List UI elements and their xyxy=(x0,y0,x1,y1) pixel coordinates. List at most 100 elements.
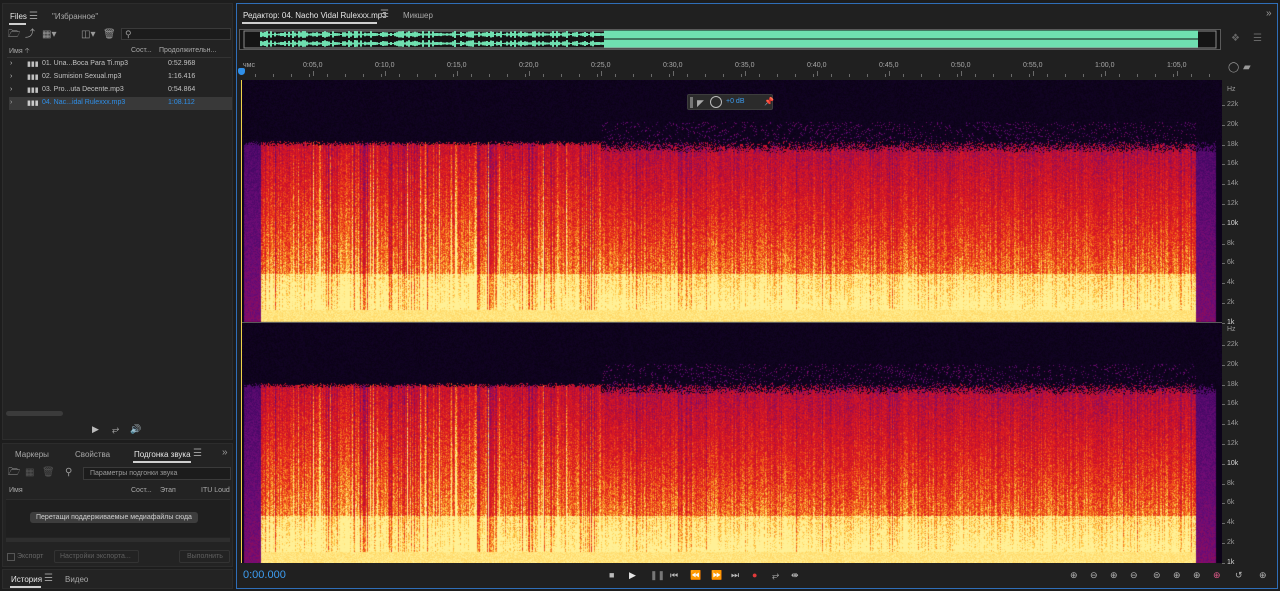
col-header-state[interactable]: Сост... xyxy=(131,487,152,494)
tab-markers[interactable]: Маркеры xyxy=(15,450,49,459)
time-display[interactable]: 0:00.000 xyxy=(243,569,286,581)
ruler-tick-label: 1:00,0 xyxy=(1095,62,1115,69)
expand-panel-icon[interactable]: » xyxy=(1266,9,1272,19)
ruler-minor-tick xyxy=(255,74,256,77)
zoom-out-full-icon[interactable]: ⊜ xyxy=(1153,570,1161,581)
match-settings-field[interactable]: Параметры подгонки звука xyxy=(83,467,231,480)
expand-arrow-icon[interactable]: › xyxy=(10,60,12,67)
zoom-out-time-icon[interactable]: ⊖ xyxy=(1130,570,1138,581)
horizontal-scrollbar[interactable] xyxy=(6,411,63,416)
ruler-minor-tick xyxy=(921,74,922,77)
ruler-minor-tick xyxy=(633,74,634,77)
tab-mixer[interactable]: Микшер xyxy=(403,11,433,20)
overview-waveform[interactable] xyxy=(240,30,1220,49)
rewind-button[interactable]: ⏪ xyxy=(690,570,701,580)
expand-arrow-icon[interactable]: › xyxy=(10,99,12,106)
file-duration: 0:52.968 xyxy=(168,60,196,67)
tab-history[interactable]: История xyxy=(11,575,42,584)
tab-properties[interactable]: Свойства xyxy=(75,450,110,459)
zoom-in-selection-icon[interactable]: ⊕ xyxy=(1173,570,1181,581)
drop-zone[interactable]: Перетащи поддерживаемые медиафайлы сюда xyxy=(6,499,230,537)
gain-hud[interactable]: ◤ +0 dB 📌 xyxy=(687,94,774,110)
freq-tick xyxy=(1222,444,1225,445)
expand-arrow-icon[interactable]: › xyxy=(10,86,12,93)
open-folder-icon[interactable]: 🗁 xyxy=(8,30,20,40)
freq-tick-label: 8k xyxy=(1227,239,1235,247)
tab-match-loudness[interactable]: Подгонка звука xyxy=(134,450,191,459)
gain-value[interactable]: +0 dB xyxy=(726,98,745,105)
play-preview-icon[interactable]: ▶ xyxy=(92,424,99,434)
ruler-minor-tick xyxy=(579,74,580,77)
freq-tick xyxy=(1222,523,1225,525)
panel-menu-icon[interactable]: ☰ xyxy=(29,12,38,22)
horizontal-scrollbar[interactable] xyxy=(6,538,230,542)
ruler-minor-tick xyxy=(1083,74,1084,77)
open-folder-icon[interactable]: 🗁 xyxy=(8,468,20,478)
freq-tick-label: 12k xyxy=(1227,200,1239,207)
spectral-display[interactable] xyxy=(241,80,1222,563)
delete-icon[interactable]: 🗑 xyxy=(103,30,116,40)
autoplay-speaker-icon[interactable]: 🔊 xyxy=(130,424,141,434)
panel-menu-icon[interactable]: ☰ xyxy=(193,449,202,459)
tab-video[interactable]: Видео xyxy=(65,575,88,584)
move-to-end-button[interactable]: ⏭ xyxy=(731,570,739,580)
export-checkbox[interactable] xyxy=(7,553,15,561)
headphones-icon[interactable]: ◯ xyxy=(1228,63,1239,73)
delete-icon[interactable]: 🗑 xyxy=(42,468,55,478)
hud-pin-icon[interactable]: 📌 xyxy=(764,97,774,106)
export-settings-button[interactable]: Настройки экспорта... xyxy=(54,550,139,563)
freq-tick-label: 4k xyxy=(1227,519,1235,527)
tab-favorites[interactable]: "Избранное" xyxy=(52,12,98,21)
zoom-reset-icon[interactable]: ↺ xyxy=(1235,570,1243,581)
zoom-menu-icon[interactable]: ⊕ xyxy=(1259,570,1267,581)
new-file-icon[interactable]: ▦▾ xyxy=(42,30,56,40)
freq-tick xyxy=(1222,562,1225,564)
expand-arrow-icon[interactable]: › xyxy=(10,73,12,80)
move-to-start-button[interactable]: ⏮ xyxy=(670,570,678,580)
col-header-stage[interactable]: Этап xyxy=(160,487,176,494)
remove-icon[interactable]: ▦ xyxy=(25,468,34,478)
fast-forward-button[interactable]: ⏩ xyxy=(711,570,722,580)
panel-menu-icon[interactable]: ☰ xyxy=(380,10,389,20)
file-row[interactable]: › ▮▮▮ 03. Pro...uta Decente.mp3 0:54.864 xyxy=(9,84,232,97)
file-row-selected[interactable]: › ▮▮▮ 04. Nac...idal Rulexxx.mp3 1:08.11… xyxy=(9,97,232,110)
record-button[interactable]: ● xyxy=(752,570,757,580)
play-button[interactable]: ▶ xyxy=(629,570,636,580)
pin-icon[interactable]: ▰ xyxy=(1243,63,1251,73)
col-header-state[interactable]: Сост... xyxy=(131,47,152,54)
pause-button[interactable]: ❚❚ xyxy=(650,570,665,580)
match-settings-placeholder: Параметры подгонки звука xyxy=(90,470,178,477)
overflow-chevron-icon[interactable]: » xyxy=(222,448,228,458)
run-button[interactable]: Выполнить xyxy=(179,550,230,563)
zoom-in-amplitude-icon[interactable]: ⊕ xyxy=(1070,570,1078,581)
import-icon[interactable]: ⤴ xyxy=(25,30,35,40)
panel-menu-icon[interactable]: ☰ xyxy=(44,574,53,584)
search-field[interactable]: ⚲ xyxy=(121,28,231,40)
audio-file-icon: ▮▮▮ xyxy=(27,87,39,94)
file-row[interactable]: › ▮▮▮ 01. Una...Boca Para Ti.mp3 0:52.96… xyxy=(9,58,232,71)
zoom-left-edge-icon[interactable]: ⊕ xyxy=(1193,570,1201,581)
loop-playback-button[interactable]: ⥂ xyxy=(772,570,779,580)
zoom-in-time-icon[interactable]: ⊕ xyxy=(1110,570,1118,581)
col-header-name[interactable]: Имя xyxy=(9,487,23,494)
col-header-duration[interactable]: Продолжительн... xyxy=(159,47,216,54)
tab-files[interactable]: Files xyxy=(10,12,27,21)
zoom-right-edge-icon[interactable]: ⊕ xyxy=(1213,570,1221,581)
skip-selection-button[interactable]: ⇼ xyxy=(791,570,799,580)
navigator-menu-icon[interactable]: ☰ xyxy=(1253,34,1262,44)
playhead-marker[interactable] xyxy=(238,68,245,75)
col-header-itu[interactable]: ITU Loud xyxy=(201,487,230,494)
tab-editor[interactable]: Редактор: 04. Nacho Vidal Rulexxx.mp3 xyxy=(243,11,387,20)
volume-knob-icon[interactable] xyxy=(710,96,722,108)
loop-preview-icon[interactable]: ⥂ xyxy=(112,424,119,434)
zoom-navigator-icon[interactable]: ❖ xyxy=(1231,34,1240,44)
ruler-minor-tick xyxy=(327,74,328,77)
insert-multitrack-icon[interactable]: ◫▾ xyxy=(81,30,95,40)
hud-grip[interactable] xyxy=(690,97,693,108)
freq-unit-label: Hz xyxy=(1227,326,1236,333)
zoom-out-amplitude-icon[interactable]: ⊖ xyxy=(1090,570,1098,581)
file-row[interactable]: › ▮▮▮ 02. Sumision Sexual.mp3 1:16.416 xyxy=(9,71,232,84)
stop-button[interactable]: ■ xyxy=(609,570,614,580)
search-settings-icon[interactable]: ⚲ xyxy=(65,468,72,478)
ruler-minor-tick xyxy=(435,74,436,77)
